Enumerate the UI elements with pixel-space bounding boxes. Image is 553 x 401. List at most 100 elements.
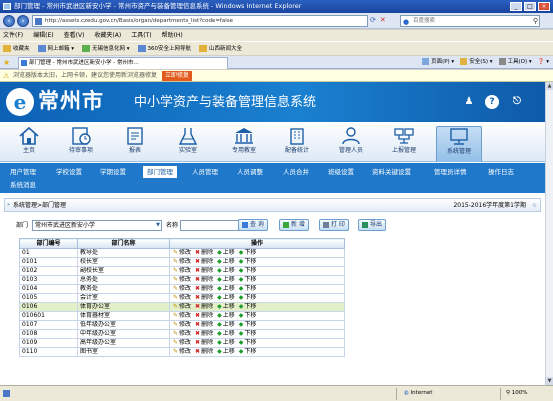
move-up-link[interactable]: ◆上移 — [217, 322, 235, 329]
subnav-department-management[interactable]: 部门管理 — [143, 166, 177, 178]
fav-link-wuxi[interactable]: 无锡信息化网 ▾ — [82, 42, 130, 55]
delete-link[interactable]: ✖删除 — [195, 331, 213, 338]
page-menu[interactable]: 页面(P) ▾ — [422, 57, 454, 68]
move-down-link[interactable]: ◆下移 — [239, 259, 257, 266]
module-pending[interactable]: 待审事项 — [58, 126, 104, 162]
edit-link[interactable]: ✎修改 — [173, 268, 191, 275]
delete-link[interactable]: ✖删除 — [195, 268, 213, 275]
url-input[interactable]: http://assets.czedu.gov.cn/Basis/organ/d… — [32, 15, 368, 27]
edit-link[interactable]: ✎修改 — [173, 286, 191, 293]
edit-link[interactable]: ✎修改 — [173, 349, 191, 356]
refresh-icon[interactable]: ⟳ — [370, 16, 376, 24]
table-row[interactable]: 0107 低年级办公室 ✎修改 ✖删除 ◆上移 ◆下移 — [19, 320, 345, 330]
help-icon[interactable]: ? — [485, 95, 499, 109]
menu-help[interactable]: 帮助(H) — [162, 30, 183, 41]
subnav-school-settings[interactable]: 学校设置 — [56, 166, 82, 178]
move-down-link[interactable]: ◆下移 — [239, 277, 257, 284]
move-down-link[interactable]: ◆下移 — [239, 304, 257, 311]
move-up-link[interactable]: ◆上移 — [217, 331, 235, 338]
module-lab[interactable]: 实验室 — [165, 126, 211, 162]
move-up-link[interactable]: ◆上移 — [217, 268, 235, 275]
menu-file[interactable]: 文件(F) — [3, 30, 23, 41]
search-button[interactable]: 查 询 — [238, 219, 268, 231]
menu-view[interactable]: 查看(V) — [64, 30, 85, 41]
delete-link[interactable]: ✖删除 — [195, 313, 213, 320]
move-up-link[interactable]: ◆上移 — [217, 304, 235, 311]
table-row[interactable]: 0103 总务处 ✎修改 ✖删除 ◆上移 ◆下移 — [19, 275, 345, 285]
scroll-down-icon[interactable]: ▼ — [546, 377, 553, 385]
move-up-link[interactable]: ◆上移 — [217, 286, 235, 293]
upgrade-now-button[interactable]: 立即修复 — [161, 71, 192, 81]
subnav-class-settings[interactable]: 班级设置 — [328, 166, 354, 178]
move-down-link[interactable]: ◆下移 — [239, 331, 257, 338]
tools-menu[interactable]: 工具(O) ▾ — [498, 57, 532, 68]
fav-link-360[interactable]: 360安全上网导航 — [137, 42, 191, 55]
edit-link[interactable]: ✎修改 — [173, 331, 191, 338]
subnav-staff-adjust[interactable]: 人员调整 — [237, 166, 263, 178]
table-row[interactable]: 0110 图书室 ✎修改 ✖删除 ◆上移 ◆下移 — [19, 347, 345, 357]
search-input[interactable]: ● 百度搜索 ⚲ — [400, 15, 540, 27]
search-icon[interactable]: ⚲ — [533, 16, 538, 26]
subnav-admin-details[interactable]: 管理员详情 — [434, 166, 467, 178]
module-managers[interactable]: 管理人员 — [328, 126, 374, 162]
module-home[interactable]: 主页 — [6, 126, 52, 162]
delete-link[interactable]: ✖删除 — [195, 322, 213, 329]
scroll-up-icon[interactable]: ▲ — [546, 82, 553, 90]
table-row[interactable]: 0108 中年级办公室 ✎修改 ✖删除 ◆上移 ◆下移 — [19, 329, 345, 339]
subnav-staff-merge[interactable]: 人员合并 — [283, 166, 309, 178]
table-row[interactable]: 010601 体育器材室 ✎修改 ✖删除 ◆上移 ◆下移 — [19, 311, 345, 321]
subnav-system-messages[interactable]: 系统消息 — [10, 179, 36, 191]
zoom-level[interactable]: ⚲ 100% — [506, 386, 528, 401]
subnav-staff-management[interactable]: 人员管理 — [192, 166, 218, 178]
delete-link[interactable]: ✖删除 — [195, 304, 213, 311]
move-up-link[interactable]: ◆上移 — [217, 340, 235, 347]
edit-link[interactable]: ✎修改 — [173, 304, 191, 311]
delete-link[interactable]: ✖删除 — [195, 349, 213, 356]
delete-link[interactable]: ✖删除 — [195, 250, 213, 257]
stop-icon[interactable]: ✕ — [380, 16, 386, 24]
add-button[interactable]: 新 增 — [279, 219, 309, 231]
logout-icon[interactable]: ⎋ — [510, 95, 524, 109]
move-up-link[interactable]: ◆上移 — [217, 295, 235, 302]
print-button[interactable]: 打 印 — [319, 219, 349, 231]
favorites-button[interactable]: 收藏夹 — [3, 42, 30, 55]
maximize-button[interactable]: □ — [524, 2, 536, 11]
user-icon[interactable]: ♟ — [462, 95, 476, 109]
menu-tools[interactable]: 工具(T) — [131, 30, 151, 41]
subnav-key-settings[interactable]: 资料关键设置 — [372, 166, 411, 178]
edit-link[interactable]: ✎修改 — [173, 277, 191, 284]
table-row[interactable]: 01 教导处 ✎修改 ✖删除 ◆上移 ◆下移 — [19, 248, 345, 258]
module-system[interactable]: 系统管理 — [436, 126, 482, 162]
delete-link[interactable]: ✖删除 — [195, 259, 213, 266]
module-upload[interactable]: 上报管理 — [381, 126, 427, 162]
move-down-link[interactable]: ◆下移 — [239, 250, 257, 257]
delete-link[interactable]: ✖删除 — [195, 295, 213, 302]
forward-button[interactable]: › — [17, 15, 29, 27]
table-row[interactable]: 0106 体育办公室 ✎修改 ✖删除 ◆上移 ◆下移 — [19, 302, 345, 312]
move-down-link[interactable]: ◆下移 — [239, 340, 257, 347]
vertical-scrollbar[interactable]: ▲ ▼ — [545, 82, 553, 385]
close-button[interactable]: × — [538, 2, 550, 11]
move-down-link[interactable]: ◆下移 — [239, 295, 257, 302]
edit-link[interactable]: ✎修改 — [173, 313, 191, 320]
move-up-link[interactable]: ◆上移 — [217, 313, 235, 320]
back-button[interactable]: ‹ — [3, 15, 15, 27]
move-up-link[interactable]: ◆上移 — [217, 277, 235, 284]
favorites-star-icon[interactable]: ★ — [3, 58, 10, 67]
browser-tab[interactable]: 部门管理 - 常州市武进区新安小学 - 常州市... — [18, 57, 228, 69]
edit-link[interactable]: ✎修改 — [173, 322, 191, 329]
move-down-link[interactable]: ◆下移 — [239, 286, 257, 293]
edit-link[interactable]: ✎修改 — [173, 340, 191, 347]
menu-edit[interactable]: 编辑(E) — [33, 30, 53, 41]
table-row[interactable]: 0109 高年级办公室 ✎修改 ✖删除 ◆上移 ◆下移 — [19, 338, 345, 348]
edit-link[interactable]: ✎修改 — [173, 295, 191, 302]
minimize-button[interactable]: _ — [510, 2, 522, 11]
help-menu[interactable]: ❓ ▾ — [538, 57, 549, 68]
table-row[interactable]: 0104 教务处 ✎修改 ✖删除 ◆上移 ◆下移 — [19, 284, 345, 294]
table-row[interactable]: 0102 副校长室 ✎修改 ✖删除 ◆上移 ◆下移 — [19, 266, 345, 276]
edit-link[interactable]: ✎修改 — [173, 250, 191, 257]
delete-link[interactable]: ✖删除 — [195, 286, 213, 293]
module-report[interactable]: 报表 — [112, 126, 158, 162]
department-select[interactable]: 常州市武进区新安小学 ▼ — [32, 220, 162, 231]
module-classroom[interactable]: 专用教室 — [221, 126, 267, 162]
